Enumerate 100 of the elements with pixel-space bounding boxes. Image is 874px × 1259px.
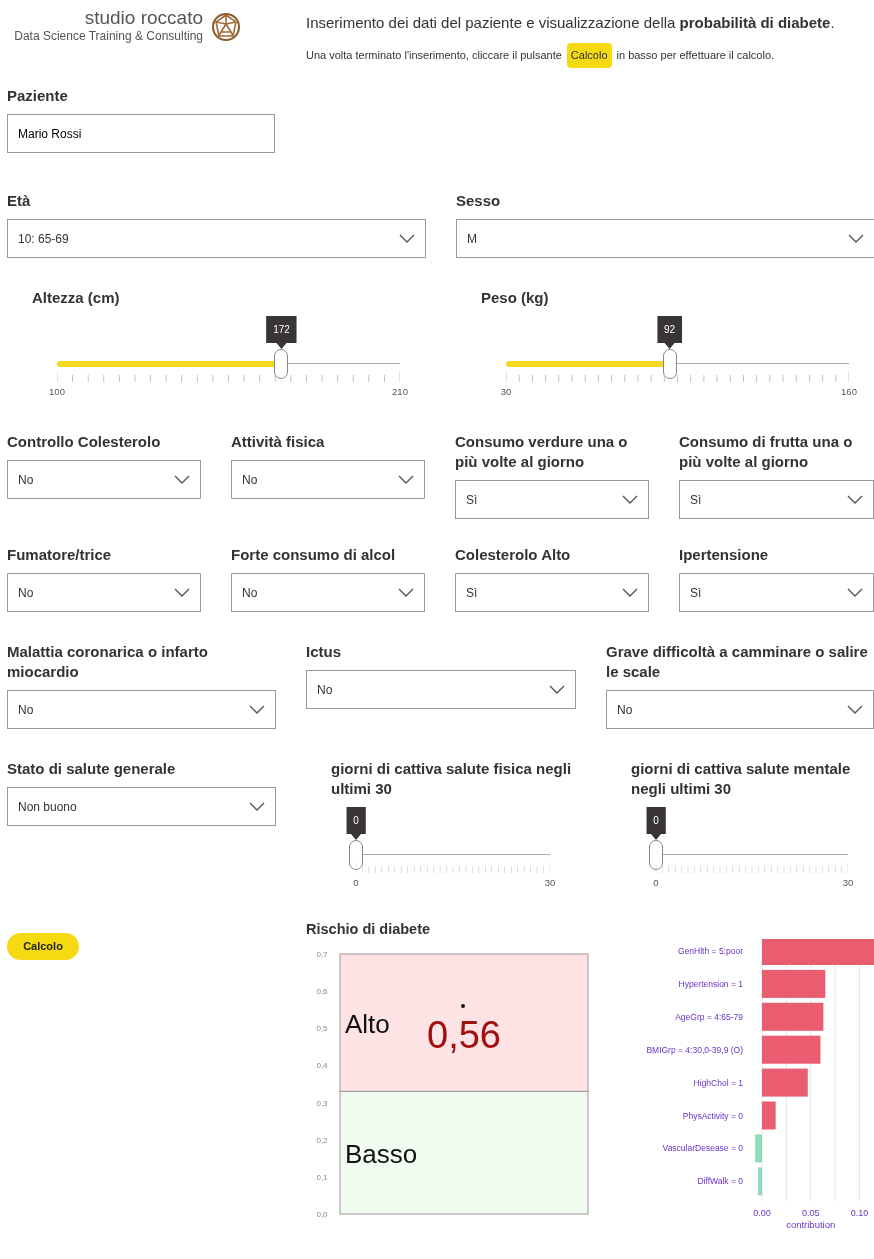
category-label: Hypertension = 1 — [678, 978, 743, 989]
dropdown[interactable]: No — [606, 690, 874, 729]
bar — [762, 1035, 821, 1064]
slider-handle[interactable] — [274, 349, 289, 379]
slider-handle[interactable] — [662, 349, 677, 379]
chevron-down-icon — [174, 587, 190, 598]
field-label: Ictus — [306, 642, 342, 662]
dropdown[interactable]: No — [231, 573, 425, 612]
axis-tick-label: 0,5 — [316, 1024, 328, 1034]
scale-max-label: 210 — [392, 385, 408, 399]
zone-label: Alto — [345, 1008, 390, 1039]
dropdown[interactable]: No — [7, 690, 276, 729]
chevron-down-icon — [622, 587, 638, 598]
field-label: Attività fisica — [231, 432, 326, 452]
headline: Inserimento dei dati del paziente e visualizzazione della probabilità di diabete. — [306, 13, 835, 33]
dropdown[interactable]: Sì — [679, 573, 874, 612]
dropdown[interactable]: No — [231, 460, 425, 499]
dropdown[interactable]: No — [7, 573, 201, 612]
dropdown[interactable]: 10: 65-69 — [7, 219, 426, 258]
chevron-down-icon — [549, 684, 565, 695]
field-label: Ipertensione — [679, 545, 770, 565]
chevron-down-icon — [847, 704, 863, 715]
scale-min-label: 0 — [353, 876, 359, 890]
scale-max-label: 30 — [544, 876, 556, 890]
category-label: DiffWalk = 0 — [697, 1176, 743, 1187]
chevron-down-icon — [249, 801, 265, 812]
bar — [755, 1134, 762, 1163]
instruction-text: in basso per effettuare il calcolo. — [616, 48, 775, 63]
calculate-button[interactable]: Calcolo — [7, 933, 79, 960]
logo-title: studio roccato — [84, 8, 203, 27]
field-label: Altezza (cm) — [32, 288, 121, 308]
slider-handle[interactable] — [349, 840, 363, 870]
axis-tick-label: 0,3 — [316, 1098, 328, 1108]
dropdown[interactable]: Non buono — [7, 787, 276, 826]
field-label: Grave difficoltà a camminare o salire le scale — [606, 642, 869, 682]
chevron-down-icon — [847, 494, 863, 505]
chevron-down-icon — [399, 233, 415, 244]
dropdown[interactable]: No — [7, 460, 201, 499]
chevron-down-icon — [398, 587, 414, 598]
marker-dot — [461, 1004, 465, 1008]
highlighted-button-name: Calcolo — [566, 43, 612, 68]
axis-title: contribution — [786, 1219, 836, 1229]
field-label: Paziente — [7, 86, 69, 106]
category-label: AgeGrp = 4:65-79 — [675, 1011, 743, 1022]
axis-tick-label: 0,2 — [316, 1135, 328, 1145]
text-field[interactable]: Mario Rossi — [7, 114, 275, 153]
bar — [762, 969, 826, 998]
scale-min-label: 100 — [49, 385, 65, 399]
axis-tick-label: 0,7 — [316, 950, 328, 959]
category-label: VascularDesease = 0 — [662, 1143, 743, 1154]
category-label: GenHlth = 5:poor — [678, 946, 743, 956]
category-label: HighChol = 1 — [693, 1077, 743, 1088]
dropdown[interactable]: Sì — [455, 480, 649, 519]
scale-max-label: 160 — [841, 385, 857, 399]
logo-subtitle: Data Science Training & Consulting — [14, 30, 203, 42]
risk-value: 0,56 — [427, 1014, 501, 1056]
chevron-down-icon — [622, 494, 638, 505]
axis-tick-label: 0.00 — [753, 1208, 771, 1218]
field-label: Fumatore/trice — [7, 545, 113, 565]
chevron-down-icon — [848, 233, 864, 244]
bar — [758, 1167, 762, 1196]
category-label: BMIGrp = 4:30,0-39,9 (O) — [646, 1044, 743, 1055]
field-label: Consumo verdure una o più volte al giorno — [455, 432, 629, 472]
axis-tick-label: 0,0 — [316, 1210, 328, 1219]
value-tooltip: 92 — [657, 316, 683, 349]
field-label: Età — [7, 191, 32, 211]
chevron-down-icon — [398, 474, 414, 485]
field-label: Peso (kg) — [481, 288, 550, 308]
dropdown[interactable]: No — [306, 670, 576, 709]
field-label: Consumo di frutta una o più volte al giorno — [679, 432, 854, 472]
dropdown[interactable]: Sì — [455, 573, 649, 612]
axis-tick-label: 0,4 — [316, 1061, 328, 1071]
polyhedron-logo-icon — [211, 12, 241, 42]
axis-tick-label: 0,1 — [316, 1172, 328, 1182]
axis-tick-label: 0,6 — [316, 987, 328, 997]
field-label: Colesterolo Alto — [455, 545, 572, 565]
category-label: PhysActivity = 0 — [682, 1110, 743, 1121]
value-tooltip: 0 — [346, 807, 366, 840]
chevron-down-icon — [249, 704, 265, 715]
axis-tick-label: 0.10 — [850, 1208, 869, 1218]
instruction-text: Una volta terminato l'inserimento, cliccare il pulsante — [306, 48, 562, 63]
field-label: Forte consumo di alcol — [231, 545, 397, 565]
field-label: Stato di salute generale — [7, 759, 177, 779]
dropdown[interactable]: Sì — [679, 480, 874, 519]
field-label: Malattia coronarica o infarto miocardio — [7, 642, 209, 682]
scale-min-label: 30 — [500, 385, 512, 399]
chevron-down-icon — [847, 587, 863, 598]
value-tooltip: 172 — [266, 316, 297, 349]
section-title: Rischio di diabete — [306, 920, 431, 939]
bar — [762, 1068, 808, 1097]
bar — [762, 1002, 824, 1031]
dropdown[interactable]: M — [456, 219, 874, 258]
value-tooltip: 0 — [646, 807, 666, 840]
chevron-down-icon — [174, 474, 190, 485]
field-label: giorni di cattiva salute mentale negli ultimi 30 — [631, 759, 852, 799]
field-label: Controllo Colesterolo — [7, 432, 162, 452]
axis-tick-label: 0.05 — [801, 1208, 820, 1218]
field-label: Sesso — [456, 191, 502, 211]
slider-handle[interactable] — [649, 840, 663, 870]
field-label: giorni di cattiva salute fisica negli ultimi 30 — [331, 759, 573, 799]
